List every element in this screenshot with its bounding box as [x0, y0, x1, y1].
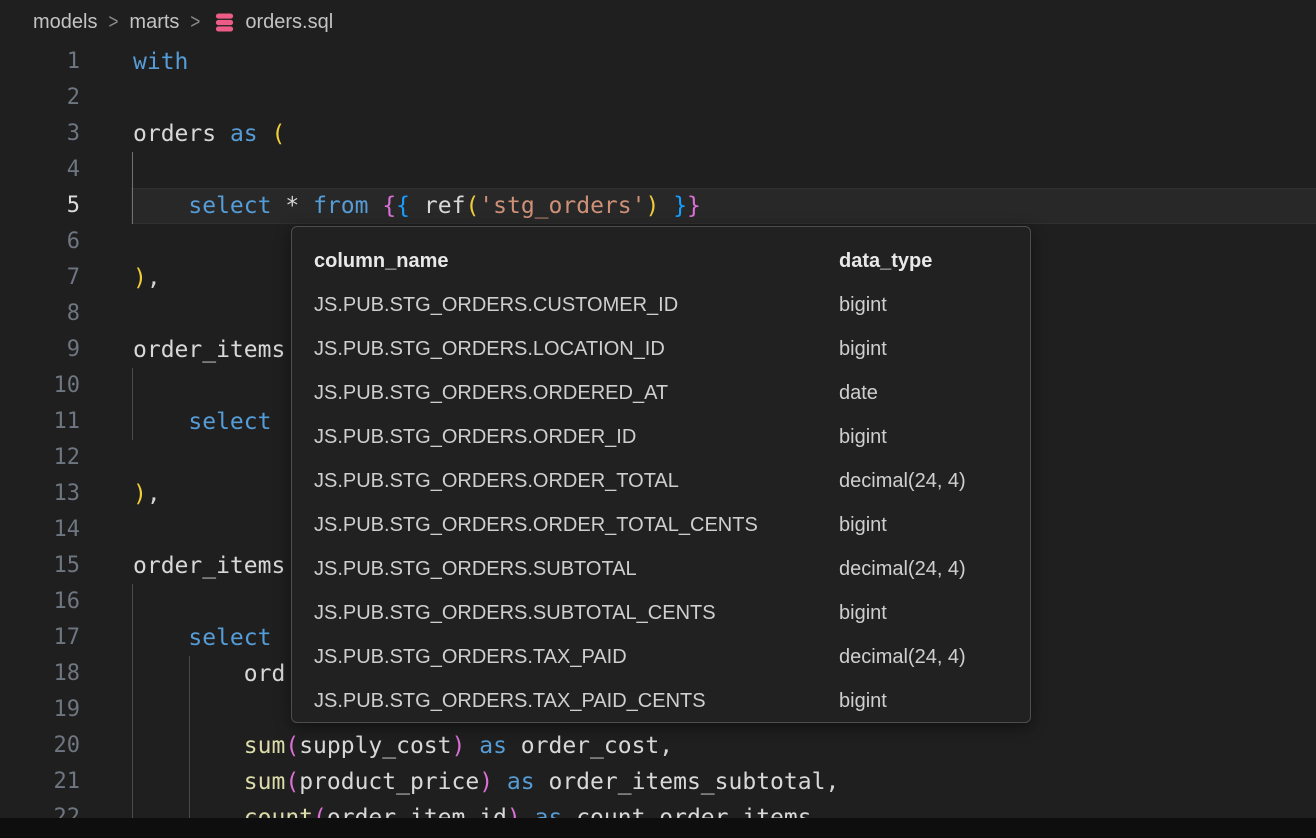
popup-header-column-name: column_name	[314, 250, 839, 273]
code-token: ,	[147, 481, 161, 507]
code-token: order_cost	[521, 733, 659, 759]
code-token	[465, 733, 479, 759]
code-token	[507, 733, 521, 759]
code-token: orders	[133, 121, 216, 147]
code-token	[133, 193, 188, 219]
code-token	[133, 661, 244, 687]
code-token: (	[465, 193, 479, 219]
code-token: select	[188, 193, 271, 219]
code-token	[133, 409, 188, 435]
code-line-4[interactable]	[0, 152, 1316, 188]
code-token: as	[230, 121, 258, 147]
table-row: JS.PUB.STG_ORDERS.SUBTOTAL_CENTSbigint	[292, 591, 1030, 635]
code-token: )	[452, 733, 466, 759]
code-token: order_items	[133, 337, 285, 363]
popup-header-row: column_name data_type	[292, 239, 1030, 283]
code-token: select	[188, 409, 271, 435]
code-token: ord	[244, 661, 286, 687]
data-type-cell: decimal(24, 4)	[839, 558, 1030, 581]
code-token: )	[479, 769, 493, 795]
code-line-20[interactable]: sum(supply_cost) as order_cost,	[0, 728, 1316, 764]
code-token: ref	[424, 193, 466, 219]
data-type-cell: bigint	[839, 690, 1030, 713]
column-name-cell: JS.PUB.STG_ORDERS.LOCATION_ID	[314, 338, 839, 361]
code-token	[258, 121, 272, 147]
code-token: (	[285, 769, 299, 795]
code-token: }	[687, 193, 701, 219]
data-type-cell: date	[839, 382, 1030, 405]
code-token	[216, 121, 230, 147]
table-row: JS.PUB.STG_ORDERS.ORDERED_ATdate	[292, 371, 1030, 415]
code-token	[659, 193, 673, 219]
column-name-cell: JS.PUB.STG_ORDERS.CUSTOMER_ID	[314, 294, 839, 317]
data-type-cell: bigint	[839, 426, 1030, 449]
code-token	[535, 769, 549, 795]
column-name-cell: JS.PUB.STG_ORDERS.ORDER_TOTAL	[314, 470, 839, 493]
code-token: select	[188, 625, 271, 651]
code-token: }	[673, 193, 687, 219]
code-token: sum	[244, 769, 286, 795]
code-token: with	[133, 49, 188, 75]
column-info-popup: column_name data_type JS.PUB.STG_ORDERS.…	[291, 226, 1031, 723]
code-token: ,	[825, 769, 839, 795]
column-name-cell: JS.PUB.STG_ORDERS.SUBTOTAL_CENTS	[314, 602, 839, 625]
code-token: sum	[244, 733, 286, 759]
code-token: ,	[659, 733, 673, 759]
table-row: JS.PUB.STG_ORDERS.ORDER_IDbigint	[292, 415, 1030, 459]
table-row: JS.PUB.STG_ORDERS.ORDER_TOTALdecimal(24,…	[292, 459, 1030, 503]
code-token: ,	[147, 265, 161, 291]
popup-header-data-type: data_type	[839, 250, 1030, 273]
column-name-cell: JS.PUB.STG_ORDERS.SUBTOTAL	[314, 558, 839, 581]
table-row: JS.PUB.STG_ORDERS.SUBTOTALdecimal(24, 4)	[292, 547, 1030, 591]
code-line-21[interactable]: sum(product_price) as order_items_subtot…	[0, 764, 1316, 800]
code-token	[133, 733, 244, 759]
table-row: JS.PUB.STG_ORDERS.ORDER_TOTAL_CENTSbigin…	[292, 503, 1030, 547]
data-type-cell: bigint	[839, 514, 1030, 537]
data-type-cell: bigint	[839, 294, 1030, 317]
code-token: (	[285, 733, 299, 759]
code-token: product_price	[299, 769, 479, 795]
code-editor[interactable]: 12345678910111213141516171819202122 with…	[0, 0, 1316, 838]
code-token: )	[133, 265, 147, 291]
data-type-cell: decimal(24, 4)	[839, 470, 1030, 493]
code-line-2[interactable]	[0, 80, 1316, 116]
column-name-cell: JS.PUB.STG_ORDERS.TAX_PAID_CENTS	[314, 690, 839, 713]
code-token: *	[285, 193, 299, 219]
code-token: (	[272, 121, 286, 147]
code-token: from	[313, 193, 368, 219]
data-type-cell: bigint	[839, 338, 1030, 361]
code-line-1[interactable]: with	[0, 44, 1316, 80]
code-token	[368, 193, 382, 219]
table-row: JS.PUB.STG_ORDERS.TAX_PAIDdecimal(24, 4)	[292, 635, 1030, 679]
code-token	[299, 193, 313, 219]
data-type-cell: bigint	[839, 602, 1030, 625]
code-token: as	[479, 733, 507, 759]
code-token	[410, 193, 424, 219]
code-token: )	[133, 481, 147, 507]
column-name-cell: JS.PUB.STG_ORDERS.ORDERED_AT	[314, 382, 839, 405]
code-token: {	[382, 193, 396, 219]
code-line-5[interactable]: select * from {{ ref('stg_orders') }}	[0, 188, 1316, 224]
code-token: as	[507, 769, 535, 795]
code-token: supply_cost	[299, 733, 451, 759]
code-token: )	[645, 193, 659, 219]
data-type-cell: decimal(24, 4)	[839, 646, 1030, 669]
code-token	[133, 769, 244, 795]
column-name-cell: JS.PUB.STG_ORDERS.TAX_PAID	[314, 646, 839, 669]
code-token: 'stg_orders'	[479, 193, 645, 219]
code-line-3[interactable]: orders as (	[0, 116, 1316, 152]
panel-edge	[0, 818, 1316, 838]
table-row: JS.PUB.STG_ORDERS.CUSTOMER_IDbigint	[292, 283, 1030, 327]
table-row: JS.PUB.STG_ORDERS.LOCATION_IDbigint	[292, 327, 1030, 371]
column-name-cell: JS.PUB.STG_ORDERS.ORDER_TOTAL_CENTS	[314, 514, 839, 537]
code-token: order_items_subtotal	[548, 769, 825, 795]
code-token	[133, 625, 188, 651]
table-row: JS.PUB.STG_ORDERS.TAX_PAID_CENTSbigint	[292, 679, 1030, 723]
code-token	[493, 769, 507, 795]
code-token: {	[396, 193, 410, 219]
code-token	[271, 193, 285, 219]
code-token: order_items	[133, 553, 285, 579]
column-name-cell: JS.PUB.STG_ORDERS.ORDER_ID	[314, 426, 839, 449]
